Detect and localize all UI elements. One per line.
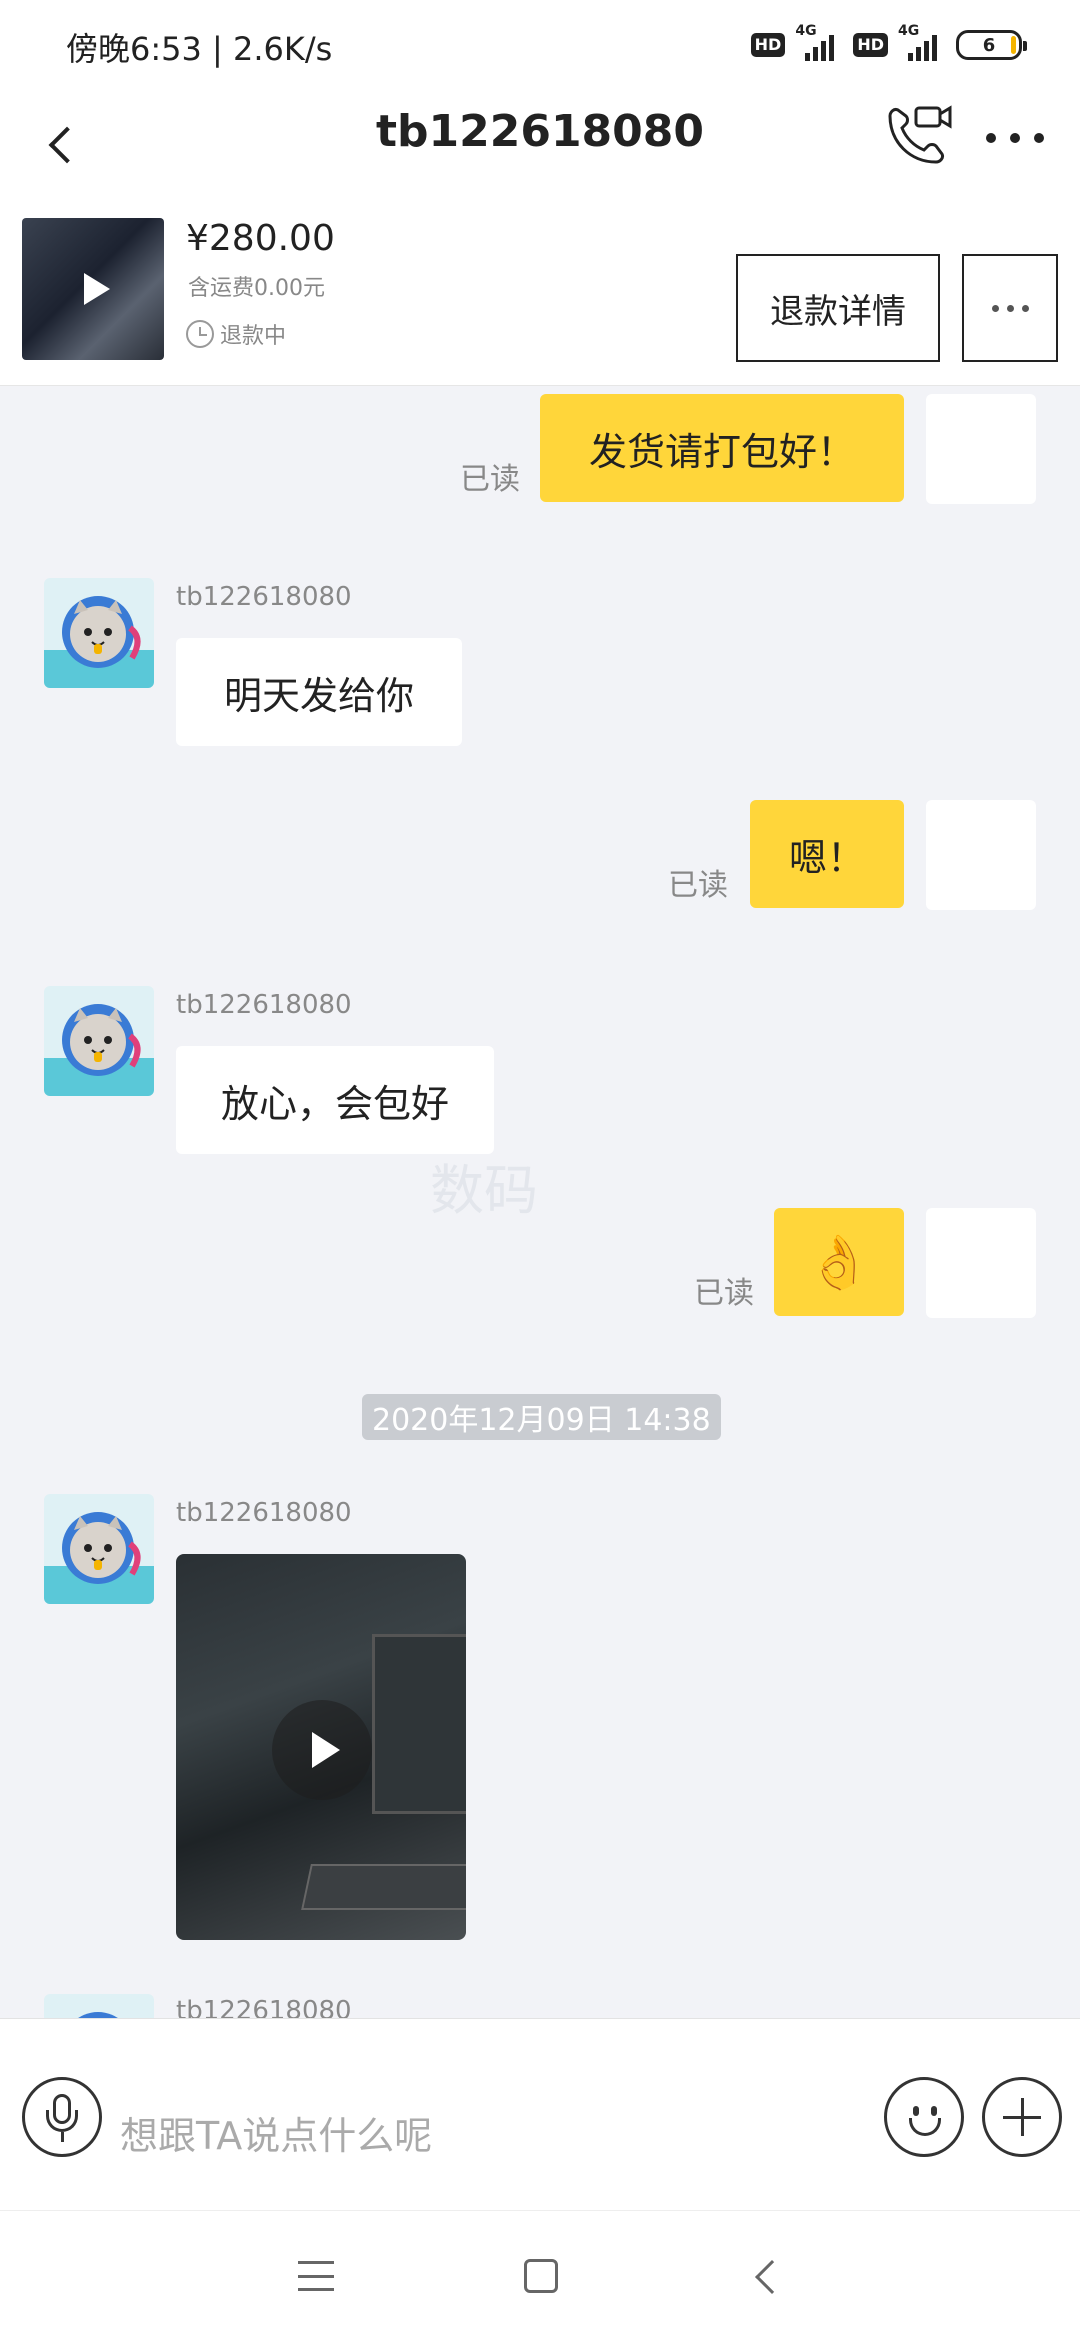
battery-icon: 6 (956, 30, 1027, 60)
emoji-icon[interactable] (884, 2077, 964, 2157)
back-icon[interactable] (755, 2260, 789, 2294)
sender-name: tb122618080 (176, 582, 352, 612)
shipping-fee: 含运费0.00元 (188, 276, 325, 301)
plus-icon[interactable] (982, 2077, 1062, 2157)
my-avatar[interactable] (926, 394, 1036, 504)
sender-name: tb122618080 (176, 990, 352, 1020)
read-receipt: 已读 (694, 1276, 754, 1311)
message-input-bar: 想跟TA说点什么呢 (0, 2018, 1080, 2210)
chat-messages[interactable]: 数码 已读 发货请打包好！ tb122618080 明天发给你 已读 嗯！ tb… (0, 386, 1080, 2018)
order-card: ¥280.00 含运费0.00元 退款中 退款详情 (0, 206, 1080, 386)
status-time: 傍晚6:53 | 2.6K/s (66, 30, 333, 68)
my-avatar[interactable] (926, 800, 1036, 910)
cat-avatar-icon[interactable] (44, 986, 154, 1096)
timestamp-divider: 2020年12月09日 14:38 (362, 1394, 721, 1440)
sender-name: tb122618080 (176, 1498, 352, 1528)
ok-hand-emoji-icon[interactable]: 👌 (774, 1208, 904, 1316)
signal-icon-2: 4G (898, 23, 946, 61)
menu-icon[interactable] (298, 2261, 334, 2291)
read-receipt: 已读 (668, 868, 728, 903)
video-frame (372, 1634, 466, 1814)
system-navigation-bar (0, 2210, 1080, 2340)
video-frame-label (301, 1864, 466, 1910)
cat-avatar-icon[interactable] (44, 1494, 154, 1604)
sender-name: tb122618080 (176, 1996, 352, 2018)
cat-avatar-icon[interactable] (44, 1994, 154, 2018)
more-icon[interactable] (980, 118, 1050, 158)
product-thumbnail[interactable] (22, 218, 164, 360)
message-bubble[interactable]: 放心，会包好 (176, 1046, 494, 1154)
chat-header: tb122618080 (0, 90, 1080, 206)
video-message[interactable] (176, 1554, 466, 1940)
message-input[interactable]: 想跟TA说点什么呢 (120, 2105, 432, 2160)
clock-icon (186, 320, 214, 348)
message-bubble[interactable]: 明天发给你 (176, 638, 462, 746)
product-price: ¥280.00 (186, 218, 335, 259)
refund-status: 退款中 (186, 318, 286, 350)
video-call-icon[interactable] (876, 98, 956, 178)
watermark: 数码 (430, 1159, 538, 1222)
read-receipt: 已读 (460, 462, 520, 497)
play-icon[interactable] (272, 1700, 372, 1800)
message-bubble[interactable]: 发货请打包好！ (540, 394, 904, 502)
signal-icon: 4G (795, 23, 843, 61)
play-icon (84, 273, 110, 305)
hd-icon-2: HD (853, 33, 888, 57)
hd-icon: HD (750, 33, 786, 57)
home-icon[interactable] (524, 2259, 558, 2293)
my-avatar[interactable] (926, 1208, 1036, 1318)
refund-details-button[interactable]: 退款详情 (736, 254, 940, 362)
microphone-icon[interactable] (22, 2077, 102, 2157)
message-bubble[interactable]: 嗯！ (750, 800, 904, 908)
order-more-button[interactable] (962, 254, 1058, 362)
status-bar: 傍晚6:53 | 2.6K/s HD 4G HD 4G 6 (0, 0, 1080, 90)
battery-level: 6 (982, 34, 996, 56)
refund-status-label: 退款中 (220, 324, 287, 349)
status-icons: HD 4G HD 4G 6 (750, 23, 1027, 62)
cat-avatar-icon[interactable] (44, 578, 154, 688)
